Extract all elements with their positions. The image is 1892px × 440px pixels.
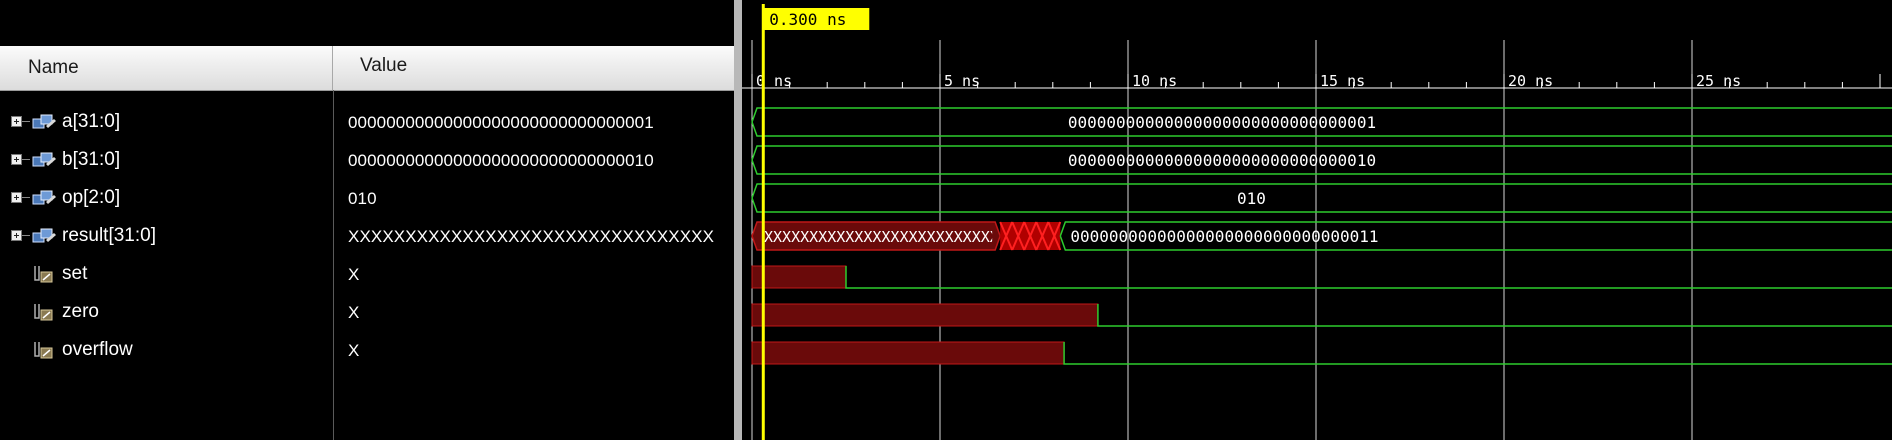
signal-list-panel: Name Value a[31:0] 0000000000000000000000… [0,0,742,440]
signal-value: 00000000000000000000000000000001 [348,113,654,132]
signal-row[interactable]: set X [0,256,742,294]
timeline-tick-label: 25 ns [1696,72,1741,90]
signal-value: XXXXXXXXXXXXXXXXXXXXXXXXXXXXXXXX [348,227,715,246]
expand-icon[interactable] [11,230,22,241]
wire-signal-icon [34,266,53,283]
bus-signal-icon [32,228,56,243]
unknown-wire-segment [751,341,1065,365]
wire-low-segment [1097,304,1892,327]
name-column-header[interactable]: Name [0,46,333,90]
unknown-wire-segment [751,303,1099,327]
signal-row[interactable]: zero X [0,294,742,332]
timeline-tick-label: 0 ns [756,72,792,90]
expand-icon[interactable] [11,116,22,127]
value-column-header[interactable]: Value [334,46,742,90]
timeline-tick-label: 20 ns [1508,72,1553,90]
bus-signal-icon [32,152,56,167]
signal-value: X [348,303,360,322]
signal-value: X [348,265,360,284]
tree-connector [22,159,30,160]
tree-connector [22,121,30,122]
timeline-tick-label: 15 ns [1320,72,1365,90]
bus-segment [751,183,1892,213]
expand-icon[interactable] [11,154,22,165]
signal-name: b[31:0] [62,149,121,170]
signal-value: X [348,341,360,360]
bus-signal-icon [32,190,56,205]
waveform-canvas[interactable]: 0 ns 5 ns 10 ns 15 ns 20 ns 25 ns 000000000000… [742,0,1892,440]
signal-row[interactable]: overflow X [0,332,742,370]
tree-connector [22,235,30,236]
bus-value-label: 010 [1237,189,1266,208]
cursor-time-label: 0.300 ns [769,10,846,29]
wire-signal-icon [34,342,53,359]
signal-name: set [62,263,88,284]
pane-splitter[interactable] [734,0,742,440]
signal-name: zero [62,301,99,322]
signal-row[interactable]: result[31:0] XXXXXXXXXXXXXXXXXXXXXXXXXXXX… [0,218,742,256]
bus-signal-icon [32,114,56,129]
signal-name: overflow [62,339,133,360]
signal-row[interactable]: a[31:0] 00000000000000000000000000000001 [0,104,742,142]
signal-value: 010 [348,189,377,208]
signal-row[interactable]: op[2:0] 010 [0,180,742,218]
bus-value-label: 00000000000000000000000000000001 [1068,113,1376,132]
timeline-tick-label: 10 ns [1132,72,1177,90]
wire-low-segment [1063,342,1892,365]
bus-value-label: 00000000000000000000000000000010 [1068,151,1376,170]
expand-icon[interactable] [11,192,22,203]
tree-connector [22,197,30,198]
top-strip [0,0,742,46]
signal-name: op[2:0] [62,187,121,208]
bus-value-label: 00000000000000000000000000000011 [1070,227,1378,246]
signal-name: result[31:0] [62,225,156,246]
signal-row[interactable]: b[31:0] 00000000000000000000000000000010 [0,142,742,180]
signal-value: 00000000000000000000000000000010 [348,151,654,170]
waveform-panel[interactable]: 0 ns 5 ns 10 ns 15 ns 20 ns 25 ns 000000000000… [742,0,1892,440]
signal-name: a[31:0] [62,111,121,132]
timeline-tick-label: 5 ns [944,72,980,90]
unknown-wire-segment [751,265,847,289]
wire-low-segment [845,266,1892,289]
wire-signal-icon [34,304,53,321]
column-header-row: Name Value [0,46,742,91]
